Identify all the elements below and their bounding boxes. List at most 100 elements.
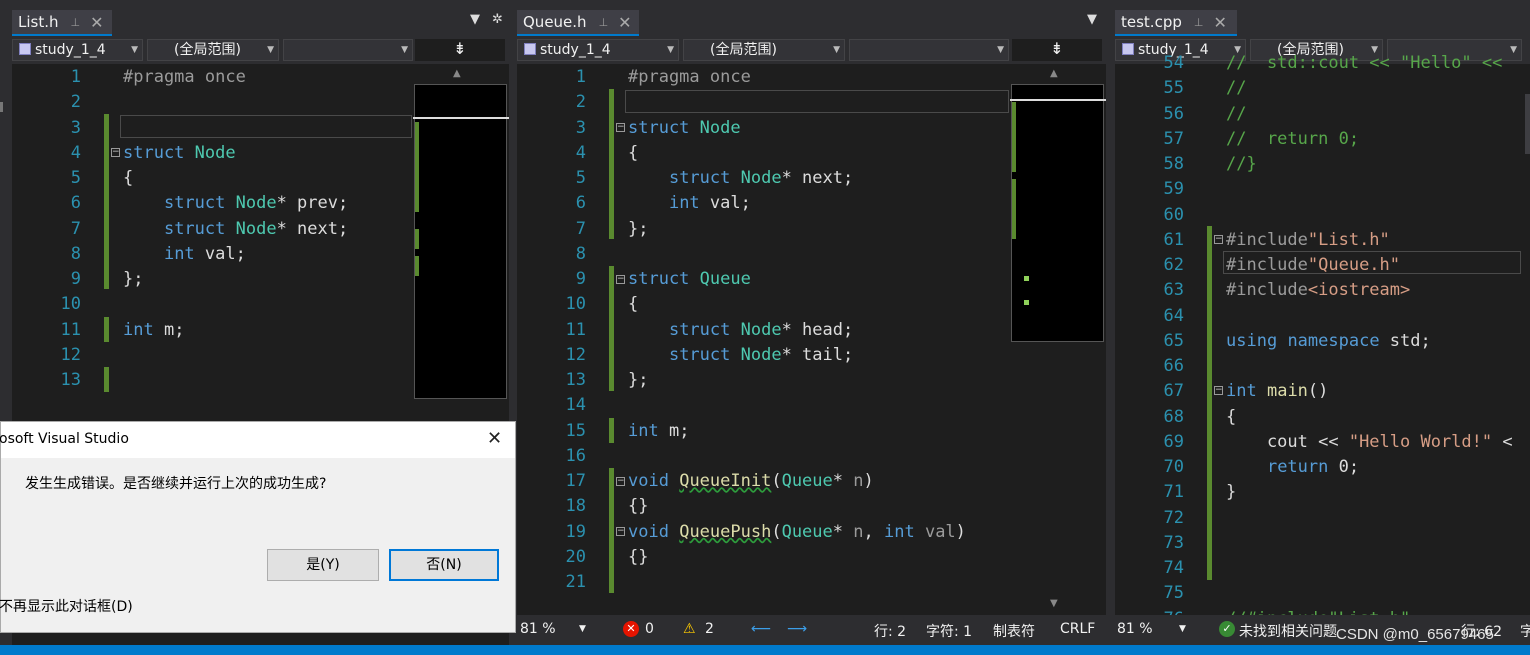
code-line[interactable]: int m; (123, 318, 184, 343)
code-line[interactable]: struct Node* next; (123, 217, 348, 242)
navigation-bar: study_1_4 ▼ (全局范围) ▼ ▼ ⇟ (12, 36, 509, 64)
collapse-icon[interactable]: − (616, 123, 625, 132)
warning-icon[interactable]: ⚠ (683, 621, 696, 637)
minimap[interactable] (414, 84, 507, 399)
tab-dropdown-icon[interactable]: ▼ (1087, 12, 1097, 27)
close-icon[interactable]: ✕ (90, 13, 103, 32)
line-ending[interactable]: CRLF (1060, 621, 1095, 637)
project-dropdown[interactable]: study_1_4 ▼ (12, 39, 143, 61)
pin-icon[interactable]: ⊥ (1194, 16, 1204, 29)
code-line[interactable]: using namespace std; (1226, 329, 1431, 354)
line-number: 18 (565, 496, 586, 517)
tab-test-cpp[interactable]: test.cpp ⊥ ✕ (1115, 10, 1237, 36)
code-line[interactable]: {} (628, 494, 648, 519)
collapse-icon[interactable]: − (616, 527, 625, 536)
tab-mode[interactable]: 制表符 (993, 621, 1035, 641)
code-editor[interactable]: − − 54// std::cout << "Hello" << 55//56//… (1115, 53, 1530, 629)
member-dropdown[interactable]: ▼ (849, 39, 1009, 61)
tab-label: Queue.h (523, 13, 587, 31)
code-line[interactable]: cout << "Hello World!" < (1226, 430, 1513, 455)
code-line[interactable]: int m; (628, 419, 689, 444)
error-count[interactable]: 0 (645, 621, 654, 637)
close-icon[interactable]: ✕ (1213, 13, 1226, 32)
scope-dropdown[interactable]: (全局范围) ▼ (683, 39, 845, 61)
warning-count[interactable]: 2 (705, 621, 714, 637)
issues-status[interactable]: 未找到相关问题 (1239, 621, 1337, 641)
zoom-dropdown-icon[interactable]: ▼ (579, 624, 586, 634)
no-button[interactable]: 否(N) (389, 549, 499, 581)
tab-dropdown-icon[interactable]: ▼ (470, 12, 480, 27)
line-number: 3 (575, 117, 586, 138)
scroll-down-icon[interactable]: ▼ (1050, 598, 1058, 609)
panel-marker (0, 102, 3, 112)
member-dropdown[interactable]: ▼ (283, 39, 413, 61)
split-window-icon[interactable]: ⇟ (1012, 39, 1102, 61)
chevron-down-icon: ▼ (833, 45, 840, 55)
code-line[interactable]: }; (123, 267, 143, 292)
line-number: 21 (565, 572, 586, 592)
change-indicator (415, 256, 419, 276)
code-line[interactable]: #pragma once (628, 65, 751, 90)
code-line[interactable]: #include<iostream> (1226, 278, 1410, 303)
yes-button[interactable]: 是(Y) (267, 549, 379, 581)
code-line[interactable]: {} (628, 545, 648, 570)
tab-list-h[interactable]: List.h ⊥ ✕ (12, 10, 112, 36)
collapse-icon[interactable]: − (111, 148, 120, 157)
code-line[interactable]: }; (628, 368, 648, 393)
collapse-icon[interactable]: − (1214, 235, 1223, 244)
line-number: 4 (575, 142, 586, 163)
code-line[interactable]: int val; (628, 191, 751, 216)
project-dropdown[interactable]: study_1_4 ▼ (517, 39, 679, 61)
code-line[interactable]: struct Queue (628, 267, 751, 292)
pin-icon[interactable]: ⊥ (71, 16, 81, 29)
code-line[interactable]: int val; (123, 242, 246, 267)
code-line[interactable]: //} (1226, 152, 1257, 177)
nav-back-icon[interactable]: ⟵ (751, 621, 771, 637)
code-line[interactable]: } (1226, 480, 1236, 505)
zoom-dropdown-icon[interactable]: ▼ (1179, 624, 1186, 634)
line-number: 54 (1163, 53, 1184, 73)
gear-icon[interactable]: ✲ (492, 12, 503, 27)
code-line[interactable]: struct Node* next; (628, 166, 853, 191)
code-line[interactable]: void QueuePush(Queue* n, int val) (628, 520, 966, 545)
error-icon[interactable]: ✕ (623, 621, 639, 637)
collapse-icon[interactable]: − (1214, 386, 1223, 395)
code-line[interactable]: struct Node* prev; (123, 191, 348, 216)
tab-queue-h[interactable]: Queue.h ⊥ ✕ (517, 10, 639, 36)
code-line[interactable]: // (1226, 76, 1246, 101)
scroll-up-icon[interactable]: ▲ (1050, 68, 1058, 79)
code-line[interactable]: // (1226, 102, 1246, 127)
zoom-level[interactable]: 81 % (1117, 621, 1153, 637)
code-line[interactable]: #include"List.h" (1226, 228, 1390, 253)
zoom-level[interactable]: 81 % (520, 621, 556, 637)
collapse-icon[interactable]: − (616, 275, 625, 284)
code-line[interactable]: #include"Queue.h" (1226, 253, 1400, 278)
close-icon[interactable]: ✕ (487, 428, 502, 449)
scope-dropdown[interactable]: (全局范围) ▼ (147, 39, 279, 61)
close-icon[interactable]: ✕ (618, 13, 631, 32)
code-line[interactable]: #pragma once (123, 65, 246, 90)
code-line[interactable]: void QueueInit(Queue* n) (628, 469, 874, 494)
code-line[interactable]: struct Node* head; (628, 318, 853, 343)
split-window-icon[interactable]: ⇟ (415, 39, 505, 61)
code-line[interactable]: { (123, 166, 133, 191)
code-line[interactable]: struct Node* tail; (628, 343, 853, 368)
code-line[interactable]: // return 0; (1226, 127, 1359, 152)
dont-show-again-checkbox[interactable]: 不再显示此对话框(D) (0, 596, 133, 616)
code-line[interactable]: }; (628, 217, 648, 242)
code-line[interactable]: { (628, 141, 638, 166)
scroll-up-icon[interactable]: ▲ (453, 68, 461, 79)
code-line[interactable]: // std::cout << "Hello" << (1226, 51, 1502, 76)
pin-icon[interactable]: ⊥ (599, 16, 609, 29)
scroll-thumb[interactable] (1525, 94, 1530, 154)
nav-forward-icon[interactable]: ⟶ (787, 621, 807, 637)
code-line[interactable]: struct Node (123, 141, 236, 166)
code-line[interactable]: return 0; (1226, 455, 1359, 480)
collapse-icon[interactable]: − (616, 477, 625, 486)
vertical-scrollbar[interactable]: ▲ ▼ (1010, 64, 1106, 615)
code-line[interactable]: { (628, 292, 638, 317)
code-line[interactable]: { (1226, 405, 1236, 430)
code-line[interactable]: struct Node (628, 116, 741, 141)
code-line[interactable]: int main() (1226, 379, 1328, 404)
vertical-scrollbar[interactable] (1525, 64, 1530, 615)
